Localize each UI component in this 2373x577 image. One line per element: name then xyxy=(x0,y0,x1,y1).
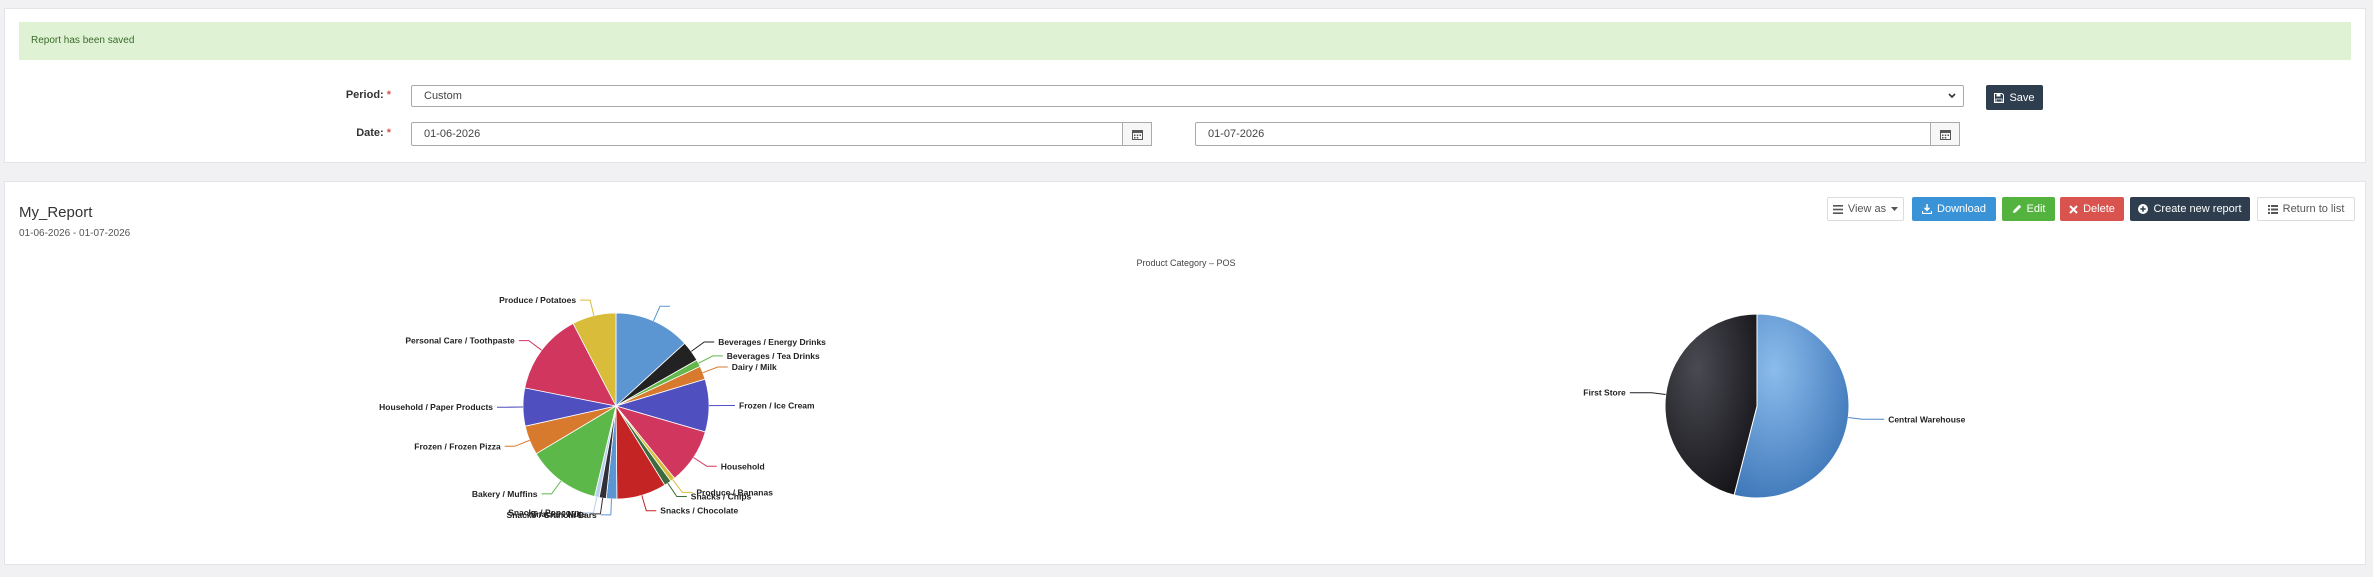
pie-label-beverages-tea-drinks: Beverages / Tea Drinks xyxy=(727,351,820,361)
save-button[interactable]: Save xyxy=(1986,85,2043,110)
required-mark: * xyxy=(386,89,391,101)
pie-label-beverages-energy-drinks: Beverages / Energy Drinks xyxy=(718,337,826,347)
period-label-text: Period: xyxy=(345,89,384,101)
pie-label-produce-potatoes: Produce / Potatoes xyxy=(499,295,576,305)
date-to-input[interactable]: 01-07-2026 xyxy=(1195,122,1960,146)
period-select-value: Custom xyxy=(424,90,462,102)
pie-label-central-warehouse: Central Warehouse xyxy=(1888,414,1965,424)
pie-label-first-store: First Store xyxy=(1583,388,1626,398)
charts-area: Beverages / Energy Drinks Beverages / Tea… xyxy=(379,295,1966,520)
date-label: Date: * xyxy=(311,127,391,139)
pie-connector xyxy=(1629,392,1666,395)
report-form-panel: Report has been saved Period: * Custom Da… xyxy=(4,8,2366,163)
pie-connector xyxy=(693,457,717,467)
date-from-input[interactable]: 01-06-2026 xyxy=(411,122,1152,146)
pie-connector xyxy=(518,340,542,351)
pie-label-bakery-muffins: Bakery / Muffins xyxy=(472,489,538,499)
pie-connector xyxy=(653,305,670,322)
pie-chart-product-category: Beverages / Energy Drinks Beverages / Tea… xyxy=(379,295,826,520)
date-label-text: Date: xyxy=(356,127,384,139)
pie-connector xyxy=(698,355,723,364)
pie-chart-location: Central Warehouse First Store xyxy=(1583,313,1966,499)
success-alert: Report has been saved xyxy=(19,22,2351,60)
pie-label-frozen-ice-cream: Frozen / Ice Cream xyxy=(739,401,815,411)
date-from-value: 01-06-2026 xyxy=(424,128,481,140)
period-label: Period: * xyxy=(311,89,391,101)
pie-label-household-paper-products: Household / Paper Products xyxy=(379,402,493,412)
report-panel: My_Report 01-06-2026 - 01-07-2026 View a… xyxy=(4,181,2366,565)
pie-connector xyxy=(504,439,530,447)
pie-connector xyxy=(641,495,657,512)
pie-connector xyxy=(580,299,595,316)
pie-connector xyxy=(1848,417,1885,420)
calendar-icon[interactable] xyxy=(1930,122,1960,146)
pie-connector xyxy=(691,341,715,352)
save-button-label: Save xyxy=(2009,91,2035,104)
pie-label-snacks-chocolate: Snacks / Chocolate xyxy=(660,506,738,516)
pie-connector xyxy=(702,366,728,374)
pie-label-snacks-popcorn: Snacks / Popcorn xyxy=(508,508,579,518)
calendar-icon[interactable] xyxy=(1122,122,1152,146)
pie-label-household: Household xyxy=(721,461,765,471)
floppy-disk-icon xyxy=(1994,92,2005,103)
required-mark: * xyxy=(386,127,391,139)
pie-label-snacks-chips: Snacks / Chips xyxy=(691,492,752,502)
pie-label-frozen-frozen-pizza: Frozen / Frozen Pizza xyxy=(414,441,501,451)
pie-label-personal-care-toothpaste: Personal Care / Toothpaste xyxy=(405,336,515,346)
date-to-value: 01-07-2026 xyxy=(1208,128,1265,140)
period-select[interactable]: Custom xyxy=(411,85,1964,107)
pie-connector xyxy=(672,479,693,493)
pie-label-dairy-milk: Dairy / Milk xyxy=(732,362,777,372)
pie-connector xyxy=(541,480,562,495)
chevron-down-icon xyxy=(1947,86,1957,114)
